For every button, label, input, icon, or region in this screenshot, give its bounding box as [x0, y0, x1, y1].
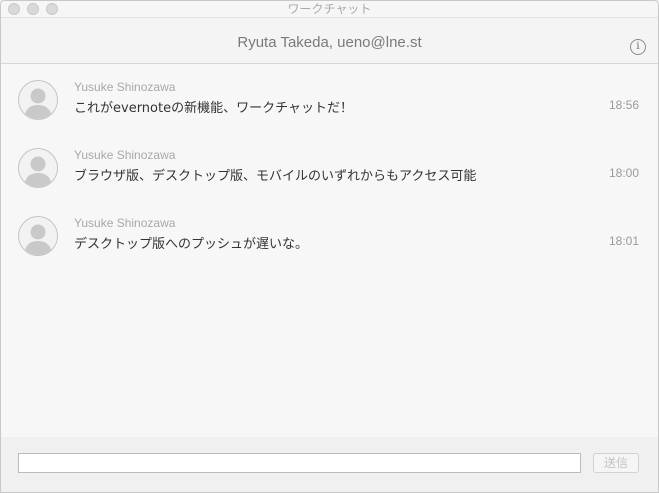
message-sender: Yusuke Shinozawa: [74, 216, 176, 230]
send-button[interactable]: 送信: [593, 453, 639, 473]
message-text: ブラウザ版、デスクトップ版、モバイルのいずれからもアクセス可能: [74, 169, 477, 184]
message-time: 18:56: [608, 98, 639, 112]
message-text: これがevernoteの新機能、ワークチャットだ！: [74, 101, 353, 116]
message-sender: Yusuke Shinozawa: [74, 148, 176, 162]
info-icon[interactable]: i: [630, 39, 646, 55]
message-text: デスクトップ版へのプッシュが遅いな。: [74, 237, 309, 252]
chat-window: ワークチャット Ryuta Takeda, ueno@lne.st i Yusu…: [0, 0, 659, 493]
message-list[interactable]: Yusuke Shinozawa これがevernoteの新機能、ワークチャット…: [1, 64, 658, 436]
default-user-avatar-icon[interactable]: [18, 80, 58, 120]
message-composer: 送信: [1, 437, 658, 492]
default-user-avatar-icon[interactable]: [18, 216, 58, 256]
chat-header: Ryuta Takeda, ueno@lne.st i: [1, 18, 658, 64]
message-input[interactable]: [18, 453, 581, 473]
window-title: ワークチャット: [287, 2, 372, 16]
message-item: Yusuke Shinozawa デスクトップ版へのプッシュが遅いな。 18:0…: [1, 200, 658, 268]
title-bar: ワークチャット: [1, 1, 658, 18]
message-time: 18:01: [608, 234, 639, 248]
chat-participants: Ryuta Takeda, ueno@lne.st: [237, 34, 422, 51]
message-time: 18:00: [608, 166, 639, 180]
message-sender: Yusuke Shinozawa: [74, 80, 176, 94]
message-item: Yusuke Shinozawa これがevernoteの新機能、ワークチャット…: [1, 64, 658, 132]
default-user-avatar-icon[interactable]: [18, 148, 58, 188]
message-item: Yusuke Shinozawa ブラウザ版、デスクトップ版、モバイルのいずれか…: [1, 132, 658, 200]
